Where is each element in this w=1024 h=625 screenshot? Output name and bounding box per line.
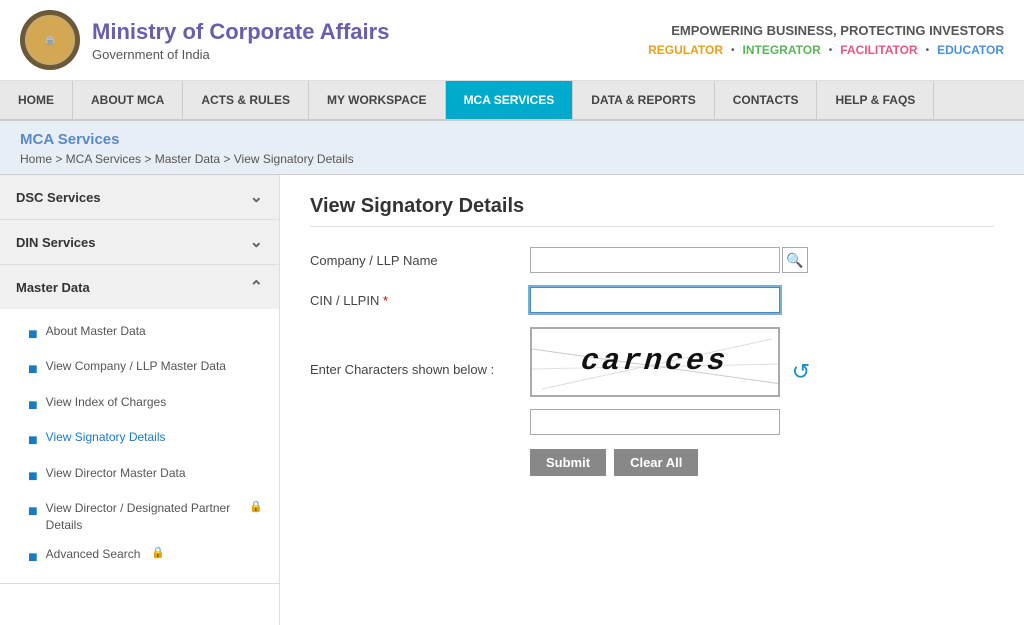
nav-home[interactable]: HOME — [0, 81, 73, 119]
dot2: • — [829, 45, 833, 56]
captcha-refresh-button[interactable]: ↺ — [786, 357, 816, 387]
view-company-label: View Company / LLP Master Data — [46, 358, 226, 375]
logo-inner: 🏛️ — [25, 15, 75, 65]
captcha-text: carnces — [580, 345, 730, 379]
sidebar-item-about-master[interactable]: ■ About Master Data — [0, 317, 279, 352]
sidebar-item-view-designated[interactable]: ■ View Director / Designated Partner Det… — [0, 494, 279, 540]
cin-required-marker: * — [383, 293, 388, 308]
breadcrumb-area: MCA Services Home > MCA Services > Maste… — [0, 121, 1024, 175]
nav-contacts[interactable]: CONTACTS — [715, 81, 818, 119]
bullet-view-designated: ■ — [28, 501, 38, 523]
view-director-label: View Director Master Data — [46, 465, 186, 482]
dot3: • — [926, 45, 930, 56]
org-title: Ministry of Corporate Affairs — [92, 19, 389, 45]
sidebar-section-master: Master Data ⌃ ■ About Master Data ■ View… — [0, 265, 279, 584]
captcha-label: Enter Characters shown below : — [310, 327, 530, 377]
cin-input[interactable] — [530, 287, 780, 313]
clear-button[interactable]: Clear All — [614, 449, 698, 476]
sidebar-item-view-index[interactable]: ■ View Index of Charges — [0, 388, 279, 423]
view-designated-label: View Director / Designated Partner Detai… — [46, 500, 239, 534]
chevron-din: ⌄ — [250, 232, 263, 252]
lock-icon-search: 🔒 — [151, 546, 165, 561]
sidebar-header-master[interactable]: Master Data ⌃ — [0, 265, 279, 309]
main-layout: DSC Services ⌄ DIN Services ⌄ Master Dat… — [0, 175, 1024, 625]
captcha-image: carnces — [530, 327, 780, 397]
submit-button[interactable]: Submit — [530, 449, 606, 476]
sidebar-din-label: DIN Services — [16, 235, 96, 250]
header-left: 🏛️ Ministry of Corporate Affairs Governm… — [20, 10, 389, 70]
form-row-captcha: Enter Characters shown below : carnces ↺ — [310, 327, 994, 435]
chevron-dsc: ⌄ — [250, 187, 263, 207]
button-row: Submit Clear All — [530, 449, 994, 476]
nav-acts-rules[interactable]: ACTS & RULES — [183, 81, 309, 119]
sidebar-item-view-company[interactable]: ■ View Company / LLP Master Data — [0, 352, 279, 387]
nav-about-mca[interactable]: ABOUT MCA — [73, 81, 183, 119]
bullet-view-director: ■ — [28, 466, 38, 488]
sidebar-item-advanced-search[interactable]: ■ Advanced Search 🔒 — [0, 540, 279, 575]
sidebar-master-label: Master Data — [16, 280, 90, 295]
nav-my-workspace[interactable]: MY WORKSPACE — [309, 81, 446, 119]
header-org: Ministry of Corporate Affairs Government… — [92, 19, 389, 62]
view-index-label: View Index of Charges — [46, 394, 167, 411]
role-educator: EDUCATOR — [937, 43, 1004, 57]
sidebar-header-dsc[interactable]: DSC Services ⌄ — [0, 175, 279, 219]
org-logo: 🏛️ — [20, 10, 80, 70]
role-regulator: REGULATOR — [648, 43, 723, 57]
sidebar: DSC Services ⌄ DIN Services ⌄ Master Dat… — [0, 175, 280, 625]
cin-label: CIN / LLPIN * — [310, 293, 530, 308]
tagline: EMPOWERING BUSINESS, PROTECTING INVESTOR… — [648, 23, 1004, 38]
content-area: View Signatory Details Company / LLP Nam… — [280, 175, 1024, 625]
search-icon: 🔍 — [786, 252, 803, 269]
breadcrumb: Home > MCA Services > Master Data > View… — [20, 152, 1004, 166]
role-integrator: INTEGRATOR — [743, 43, 821, 57]
company-input[interactable] — [530, 247, 780, 273]
roles-row: REGULATOR • INTEGRATOR • FACILITATOR • E… — [648, 43, 1004, 57]
company-search-button[interactable]: 🔍 — [782, 247, 808, 273]
dot1: • — [731, 45, 735, 56]
chevron-master: ⌃ — [250, 277, 263, 297]
sidebar-dsc-label: DSC Services — [16, 190, 101, 205]
sidebar-master-menu: ■ About Master Data ■ View Company / LLP… — [0, 309, 279, 583]
sidebar-item-view-signatory[interactable]: ■ View Signatory Details — [0, 423, 279, 458]
nav-help-faqs[interactable]: HELP & FAQS — [817, 81, 934, 119]
bullet-view-signatory: ■ — [28, 430, 38, 452]
sidebar-section-din: DIN Services ⌄ — [0, 220, 279, 265]
section-title: MCA Services — [20, 131, 1004, 148]
bullet-view-index: ■ — [28, 395, 38, 417]
refresh-icon: ↺ — [792, 359, 810, 385]
view-signatory-label: View Signatory Details — [46, 429, 166, 446]
header: 🏛️ Ministry of Corporate Affairs Governm… — [0, 0, 1024, 81]
nav-bar: HOME ABOUT MCA ACTS & RULES MY WORKSPACE… — [0, 81, 1024, 121]
form-row-company: Company / LLP Name 🔍 — [310, 247, 994, 273]
nav-data-reports[interactable]: DATA & REPORTS — [573, 81, 714, 119]
advanced-search-label: Advanced Search — [46, 546, 141, 563]
sidebar-header-din[interactable]: DIN Services ⌄ — [0, 220, 279, 264]
sidebar-item-view-director[interactable]: ■ View Director Master Data — [0, 459, 279, 494]
about-master-label: About Master Data — [46, 323, 146, 340]
sidebar-section-dsc: DSC Services ⌄ — [0, 175, 279, 220]
company-label: Company / LLP Name — [310, 253, 530, 268]
header-right: EMPOWERING BUSINESS, PROTECTING INVESTOR… — [648, 23, 1004, 57]
org-sub: Government of India — [92, 47, 389, 62]
captcha-input[interactable] — [530, 409, 780, 435]
nav-mca-services[interactable]: MCA SERVICES — [446, 81, 574, 119]
bullet-advanced-search: ■ — [28, 547, 38, 569]
bullet-about-master: ■ — [28, 324, 38, 346]
lock-icon-designated: 🔒 — [249, 500, 263, 515]
content-title: View Signatory Details — [310, 195, 994, 227]
form-row-cin: CIN / LLPIN * — [310, 287, 994, 313]
bullet-view-company: ■ — [28, 359, 38, 381]
role-facilitator: FACILITATOR — [840, 43, 917, 57]
